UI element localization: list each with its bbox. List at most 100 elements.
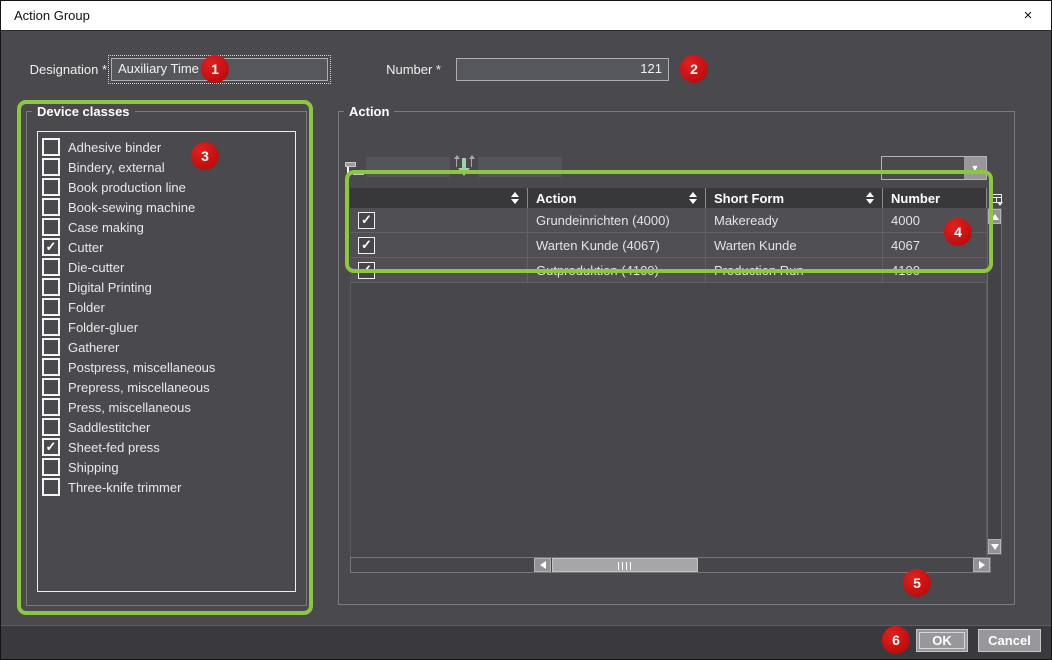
action-groupbox: Action ▼ Action [338, 104, 1015, 605]
device-class-item[interactable]: ✓ Sheet-fed press [38, 437, 295, 457]
cell-number: 4067 [883, 233, 987, 257]
annotation-badge-3: 3 [191, 142, 219, 170]
number-label: Number * [353, 62, 441, 77]
device-class-label: Book production line [68, 180, 186, 195]
checkbox[interactable]: ✓ [42, 438, 60, 456]
checkbox[interactable] [42, 178, 60, 196]
column-header-short-form[interactable]: Short Form [706, 188, 883, 208]
checkbox[interactable] [42, 478, 60, 496]
checkbox[interactable]: ✓ [42, 238, 60, 256]
window-title: Action Group [14, 8, 90, 23]
device-class-item[interactable]: Adhesive binder [38, 137, 295, 157]
table-row[interactable]: ✓ Warten Kunde (4067) Warten Kunde 4067 [350, 233, 987, 258]
device-class-label: Three-knife trimmer [68, 480, 181, 495]
device-class-label: Case making [68, 220, 144, 235]
device-class-item[interactable]: Die-cutter [38, 257, 295, 277]
device-class-item[interactable]: Folder-gluer [38, 317, 295, 337]
ok-button[interactable]: OK [916, 629, 968, 652]
device-class-label: Book-sewing machine [68, 200, 195, 215]
device-class-label: Digital Printing [68, 280, 152, 295]
device-class-item[interactable]: ✓ Cutter [38, 237, 295, 257]
device-class-item[interactable]: Gatherer [38, 337, 295, 357]
device-class-label: Cutter [68, 240, 103, 255]
device-class-item[interactable]: Shipping [38, 457, 295, 477]
device-class-label: Press, miscellaneous [68, 400, 191, 415]
sort-arrows-icon[interactable] [511, 192, 519, 204]
filter-input-1[interactable] [366, 157, 450, 177]
scroll-right-icon[interactable] [973, 558, 990, 572]
scroll-up-icon[interactable] [988, 209, 1001, 224]
annotation-badge-4: 4 [944, 218, 972, 246]
vertical-scrollbar[interactable] [987, 208, 1002, 555]
filter-input-2[interactable] [478, 157, 562, 177]
device-classes-groupbox: Device classes Adhesive binder Bindery, … [26, 104, 307, 606]
table-row[interactable]: ✓ Grundeinrichten (4000) Makeready 4000 [350, 208, 987, 233]
row-checkbox[interactable]: ✓ [358, 212, 375, 229]
checkbox[interactable] [42, 338, 60, 356]
device-class-item[interactable]: Book production line [38, 177, 295, 197]
device-class-label: Saddlestitcher [68, 420, 150, 435]
checkbox[interactable] [42, 458, 60, 476]
row-checkbox[interactable]: ✓ [358, 262, 375, 279]
scroll-left-icon[interactable] [534, 558, 551, 572]
horizontal-scrollbar[interactable] [350, 557, 991, 573]
annotation-badge-6: 6 [882, 626, 910, 654]
sort-arrows-icon[interactable] [689, 192, 697, 204]
cell-action: Warten Kunde (4067) [528, 233, 706, 257]
device-class-label: Shipping [68, 460, 119, 475]
table-body: ✓ Grundeinrichten (4000) Makeready 4000 … [350, 208, 987, 283]
horizontal-scrollbar-thumb[interactable] [552, 558, 698, 572]
checkbox[interactable] [42, 218, 60, 236]
table-row[interactable]: ✓ Gutproduktion (4100) Production Run 41… [350, 258, 987, 283]
device-class-item[interactable]: Book-sewing machine [38, 197, 295, 217]
checkbox[interactable] [42, 358, 60, 376]
cell-number: 4100 [883, 258, 987, 282]
device-class-item[interactable]: Press, miscellaneous [38, 397, 295, 417]
checkbox[interactable] [42, 278, 60, 296]
titlebar: Action Group × [1, 1, 1051, 31]
device-class-item[interactable]: Three-knife trimmer [38, 477, 295, 497]
designation-label: Designation * [9, 62, 107, 77]
sort-ascending-icon [455, 155, 473, 178]
checkbox[interactable] [42, 398, 60, 416]
checkbox[interactable] [42, 198, 60, 216]
checkbox[interactable] [42, 298, 60, 316]
device-classes-legend: Device classes [32, 104, 135, 119]
annotation-badge-2: 2 [680, 55, 708, 83]
action-group-dialog: Action Group × Designation * Auxiliary T… [0, 0, 1052, 660]
checkbox[interactable] [42, 318, 60, 336]
device-class-item[interactable]: Postpress, miscellaneous [38, 357, 295, 377]
cell-short-form: Makeready [706, 208, 883, 232]
device-class-label: Folder-gluer [68, 320, 138, 335]
device-class-item[interactable]: Case making [38, 217, 295, 237]
device-class-label: Die-cutter [68, 260, 124, 275]
sort-arrows-icon[interactable] [866, 192, 874, 204]
device-class-item[interactable]: Bindery, external [38, 157, 295, 177]
device-class-item[interactable]: Saddlestitcher [38, 417, 295, 437]
checkbox[interactable] [42, 158, 60, 176]
checkbox[interactable] [42, 378, 60, 396]
column-header-select[interactable] [350, 188, 528, 208]
scroll-down-icon[interactable] [988, 539, 1001, 554]
cancel-button[interactable]: Cancel [978, 629, 1041, 652]
cell-short-form: Warten Kunde [706, 233, 883, 257]
column-header-action[interactable]: Action [528, 188, 706, 208]
column-header-number[interactable]: Number [883, 188, 987, 208]
chevron-down-icon[interactable]: ▼ [964, 157, 986, 179]
device-class-label: Bindery, external [68, 160, 165, 175]
device-class-label: Gatherer [68, 340, 119, 355]
number-input[interactable]: 121 [456, 58, 669, 81]
checkbox[interactable] [42, 138, 60, 156]
device-class-list[interactable]: Adhesive binder Bindery, external Book p… [37, 131, 296, 592]
row-checkbox[interactable]: ✓ [358, 237, 375, 254]
device-class-item[interactable]: Prepress, miscellaneous [38, 377, 295, 397]
table-header-row: Action Short Form Number [350, 188, 987, 208]
view-combobox[interactable]: ▼ [881, 156, 987, 180]
close-icon[interactable]: × [1005, 1, 1051, 30]
checkbox[interactable] [42, 418, 60, 436]
device-class-item[interactable]: Digital Printing [38, 277, 295, 297]
annotation-badge-1: 1 [201, 55, 229, 83]
device-class-item[interactable]: Folder [38, 297, 295, 317]
column-chooser-icon[interactable] [987, 188, 1004, 208]
checkbox[interactable] [42, 258, 60, 276]
